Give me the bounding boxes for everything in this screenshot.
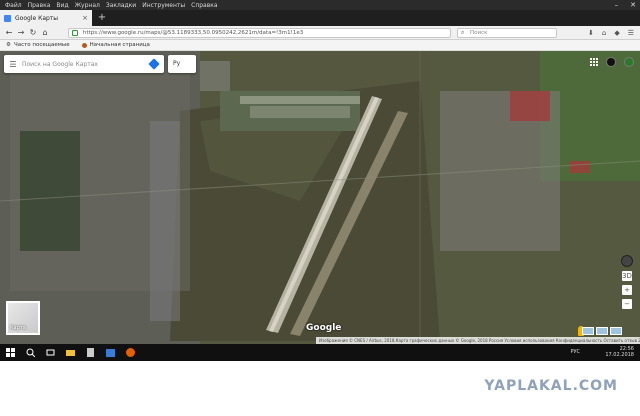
bookmark-most-visited[interactable]: ⚙ Часто посещаемые: [6, 42, 70, 48]
system-clock[interactable]: 22:56 17.02.2018: [605, 346, 634, 358]
language-chip[interactable]: Ру: [168, 55, 196, 73]
map-layer-toggle[interactable]: Карта: [6, 301, 40, 335]
layer-toggle-label: Карта: [10, 325, 26, 331]
lock-icon: [72, 30, 78, 36]
address-bar[interactable]: https://www.google.ru/maps/@53.1189333,5…: [68, 28, 451, 38]
menu-view[interactable]: Вид: [56, 2, 68, 9]
bookmarks-bar: ⚙ Часто посещаемые Начальная страница: [0, 40, 640, 51]
map-zoom-controls: 3D + −: [621, 255, 633, 309]
imagery-thumbnail[interactable]: [596, 327, 608, 335]
google-maps-favicon-icon: [4, 14, 11, 22]
keyboard-language[interactable]: РУС: [570, 349, 580, 355]
reload-button[interactable]: ↻: [28, 26, 38, 40]
avatar[interactable]: [624, 57, 634, 67]
apps-grid-icon[interactable]: [590, 58, 598, 66]
map-search-placeholder: Поиск на Google Картах: [22, 60, 98, 68]
map-account-controls: [590, 57, 634, 67]
windows-start-icon[interactable]: [6, 348, 15, 357]
imagery-thumbnail[interactable]: [582, 327, 594, 335]
menu-file[interactable]: Файл: [5, 2, 22, 9]
firefox-icon: [81, 42, 87, 48]
bookmark-start-page[interactable]: Начальная страница: [81, 42, 150, 48]
menu-bar: Файл Правка Вид Журнал Закладки Инструме…: [0, 0, 640, 10]
map-attribution: Изображения © CNES / Airbus, 2018,Карта …: [316, 337, 640, 344]
menu-tools[interactable]: Инструменты: [142, 2, 185, 9]
notifications-icon[interactable]: [606, 57, 616, 67]
tab-title: Google Карты: [15, 14, 59, 22]
satellite-map[interactable]: ☰ Поиск на Google Картах Ру Карта Google…: [0, 51, 640, 344]
firefox-icon[interactable]: [126, 348, 135, 357]
new-tab-button[interactable]: +: [96, 10, 108, 26]
downloads-icon[interactable]: ⬇: [588, 29, 594, 37]
search-icon: ⌕: [461, 29, 465, 36]
menu-edit[interactable]: Правка: [28, 2, 51, 9]
browser-search-field[interactable]: ⌕ Поиск: [457, 28, 557, 38]
tilt-3d-button[interactable]: 3D: [622, 271, 632, 281]
browser-search-placeholder: Поиск: [470, 30, 488, 36]
home-icon[interactable]: ⌂: [602, 29, 606, 37]
clock-date: 17.02.2018: [605, 352, 634, 358]
url-text: https://www.google.ru/maps/@53.1189333,5…: [83, 30, 304, 36]
minimize-icon[interactable]: –: [615, 1, 619, 9]
search-icon[interactable]: [26, 348, 35, 357]
satellite-imagery: [0, 51, 640, 344]
back-button[interactable]: ←: [4, 26, 14, 40]
menu-history[interactable]: Журнал: [75, 2, 100, 9]
file-explorer-icon[interactable]: [66, 348, 75, 357]
menu-help[interactable]: Справка: [191, 2, 217, 9]
toolbar-icons: ⬇ ⌂ ◆ ☰: [588, 26, 634, 40]
compass-icon[interactable]: [621, 255, 633, 267]
task-view-icon[interactable]: [46, 348, 55, 357]
google-logo: Google: [306, 323, 342, 333]
gear-icon: ⚙: [6, 42, 11, 48]
calculator-icon[interactable]: [86, 348, 95, 357]
imagery-thumbnails: [582, 327, 622, 335]
site-watermark: YAPLAKAL.COM: [484, 378, 618, 394]
map-search-box[interactable]: ☰ Поиск на Google Картах: [4, 55, 164, 73]
extension-icon[interactable]: ◆: [614, 29, 619, 37]
close-tab-icon[interactable]: ×: [82, 14, 88, 22]
hamburger-menu-icon[interactable]: ☰: [4, 60, 22, 69]
close-window-icon[interactable]: ✕: [630, 1, 636, 9]
zoom-in-button[interactable]: +: [622, 285, 632, 295]
tab-google-maps[interactable]: Google Карты ×: [0, 10, 92, 26]
bookmark-label: Начальная страница: [89, 42, 150, 48]
store-icon[interactable]: [106, 348, 115, 357]
menu-icon[interactable]: ☰: [628, 29, 634, 37]
window-controls: – ✕: [615, 0, 636, 10]
windows-taskbar: РУС 22:56 17.02.2018: [0, 344, 640, 361]
bookmark-label: Часто посещаемые: [13, 42, 70, 48]
navigation-bar: ← → ↻ ⌂ https://www.google.ru/maps/@53.1…: [0, 26, 640, 40]
imagery-thumbnail[interactable]: [610, 327, 622, 335]
forward-button[interactable]: →: [16, 26, 26, 40]
menu-bookmarks[interactable]: Закладки: [106, 2, 136, 9]
directions-icon[interactable]: [148, 58, 160, 70]
zoom-out-button[interactable]: −: [622, 299, 632, 309]
home-button[interactable]: ⌂: [40, 26, 50, 40]
